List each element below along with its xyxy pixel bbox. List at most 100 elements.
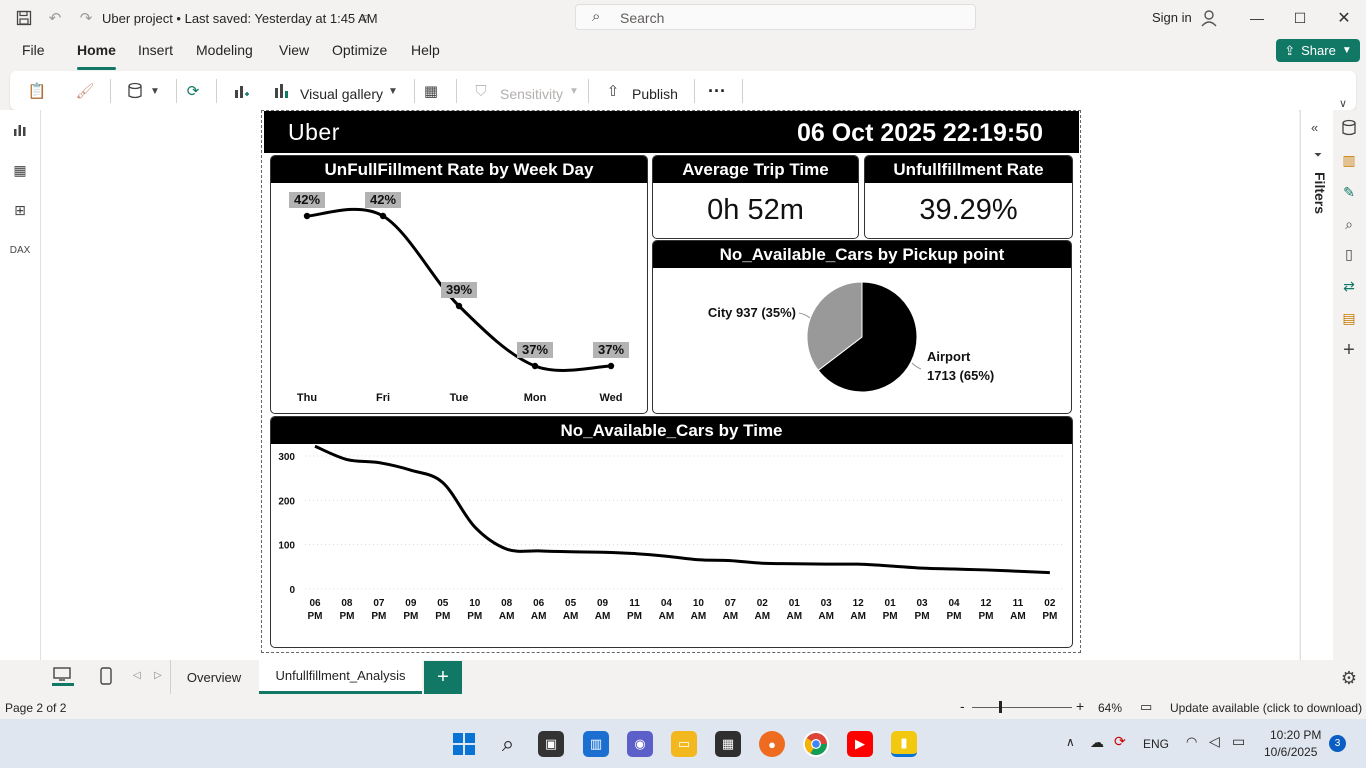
- file-explorer-icon[interactable]: ▭: [671, 731, 697, 757]
- save-icon[interactable]: [14, 8, 34, 28]
- refresh-icon[interactable]: ⟳: [182, 81, 204, 101]
- chevron-down-icon[interactable]: ▼: [382, 81, 404, 101]
- get-data-icon[interactable]: [124, 81, 146, 101]
- expand-filters-icon[interactable]: «: [1311, 120, 1318, 135]
- onedrive-icon[interactable]: ☁: [1090, 734, 1104, 751]
- clock-time[interactable]: 10:20 PM: [1270, 728, 1321, 742]
- filter-funnel-icon: ⏷: [1314, 150, 1322, 161]
- chat-icon[interactable]: ◉: [627, 731, 653, 757]
- view-switcher: ▦ ⊞ DAX: [0, 110, 41, 660]
- menu-file[interactable]: File: [22, 42, 45, 58]
- zoom-in-icon[interactable]: +: [1076, 698, 1084, 714]
- next-page-icon[interactable]: ▷: [154, 670, 162, 681]
- volume-icon[interactable]: ◁: [1209, 733, 1220, 750]
- close-icon[interactable]: ✕: [1332, 6, 1356, 30]
- zoom-level[interactable]: 64%: [1098, 701, 1122, 715]
- add-pane-icon[interactable]: +: [1339, 339, 1359, 361]
- menu-view[interactable]: View: [279, 42, 309, 58]
- chevron-down-icon[interactable]: ▼: [144, 81, 166, 101]
- more-options-icon[interactable]: ···: [708, 81, 726, 102]
- wifi-icon[interactable]: ◠: [1186, 734, 1197, 750]
- language-indicator[interactable]: ENG: [1143, 737, 1169, 751]
- share-button[interactable]: ⇪ Share ▼: [1276, 39, 1360, 62]
- menu-insert[interactable]: Insert: [138, 42, 173, 58]
- battery-icon[interactable]: ▭: [1232, 733, 1245, 750]
- report-view-icon[interactable]: [10, 120, 30, 140]
- data-pane-icon[interactable]: [1339, 118, 1359, 138]
- publish-button[interactable]: Publish: [632, 86, 678, 102]
- clock-date[interactable]: 10/6/2025: [1264, 745, 1317, 759]
- redo-icon[interactable]: ↷: [76, 8, 96, 28]
- mobile-layout-icon[interactable]: [98, 666, 114, 691]
- visual-gallery-label[interactable]: Visual gallery: [300, 86, 383, 102]
- chevron-down-icon[interactable]: ▽: [355, 9, 375, 29]
- menu-home[interactable]: Home: [77, 42, 116, 70]
- x-tick-ampm: PM: [339, 611, 354, 622]
- dax-query-icon[interactable]: DAX: [10, 240, 31, 260]
- menu-help[interactable]: Help: [411, 42, 440, 58]
- maximize-icon[interactable]: ☐: [1288, 6, 1312, 30]
- zoom-slider[interactable]: [972, 701, 1072, 713]
- fit-to-page-icon[interactable]: ▭: [1140, 699, 1152, 715]
- undo-icon[interactable]: ↶: [45, 8, 65, 28]
- unfull-rate-card[interactable]: Unfullfillment Rate 39.29%: [864, 155, 1073, 239]
- x-tick-ampm: PM: [978, 611, 993, 622]
- format-visual-icon[interactable]: ✎: [1339, 182, 1359, 202]
- store-icon[interactable]: ▦: [715, 731, 741, 757]
- table-view-icon[interactable]: ▦: [10, 160, 30, 180]
- sensitivity-label: Sensitivity: [500, 86, 564, 102]
- account-icon[interactable]: [1199, 8, 1219, 28]
- zoom-slider-thumb[interactable]: [999, 701, 1002, 713]
- page-tabs-bar: ◁ ▷ Overview Unfullfillment_Analysis +: [0, 660, 1333, 696]
- search-input[interactable]: ⌕ Search: [575, 4, 976, 30]
- sign-in-link[interactable]: Sign in: [1152, 10, 1192, 25]
- selection-icon[interactable]: ▤: [1339, 308, 1359, 328]
- x-tick-hour: 06: [309, 598, 321, 609]
- x-tick-ampm: AM: [755, 611, 771, 622]
- y-tick-label: 200: [278, 496, 295, 507]
- chrome-icon[interactable]: [803, 731, 829, 757]
- paste-icon[interactable]: 📋: [26, 81, 48, 101]
- widgets-icon[interactable]: ▥: [583, 731, 609, 757]
- notification-badge[interactable]: 3: [1329, 735, 1346, 752]
- build-visual-icon[interactable]: ▥: [1339, 150, 1359, 170]
- avg-trip-card[interactable]: Average Trip Time 0h 52m: [652, 155, 859, 239]
- calculator-icon[interactable]: ▦: [420, 81, 442, 101]
- start-icon[interactable]: [451, 731, 477, 757]
- pickup-chart-card[interactable]: No_Available_Cars by Pickup point City 9…: [652, 240, 1072, 414]
- publish-icon[interactable]: ⇧: [602, 81, 624, 101]
- zoom-out-icon[interactable]: -: [960, 698, 965, 714]
- x-tick-ampm: AM: [723, 611, 739, 622]
- x-tick-ampm: PM: [467, 611, 482, 622]
- format-painter-icon[interactable]: 🖌: [74, 81, 96, 101]
- desktop-layout-icon[interactable]: [52, 666, 74, 686]
- settings-icon[interactable]: ⚙: [1339, 668, 1359, 688]
- analytics-icon[interactable]: ⌕: [1339, 214, 1359, 234]
- new-visual-icon[interactable]: [230, 81, 252, 101]
- previous-page-icon[interactable]: ◁: [133, 670, 141, 681]
- add-page-button[interactable]: +: [424, 661, 462, 694]
- x-tick-hour: 02: [1044, 598, 1056, 609]
- firefox-icon[interactable]: ●: [759, 731, 785, 757]
- update-notice[interactable]: Update available (click to download): [1170, 701, 1362, 715]
- power-bi-icon[interactable]: ▮: [891, 731, 917, 757]
- bookmark-icon[interactable]: ▯: [1339, 244, 1359, 264]
- sync-slicers-icon[interactable]: ⇄: [1339, 276, 1359, 296]
- search-icon[interactable]: ⌕: [495, 731, 521, 757]
- youtube-icon[interactable]: ▶: [847, 731, 873, 757]
- status-bar: Page 2 of 2 - + 64% ▭ Update available (…: [0, 697, 1366, 719]
- menu-modeling[interactable]: Modeling: [196, 42, 253, 58]
- task-view-icon[interactable]: ▣: [538, 731, 564, 757]
- menu-optimize[interactable]: Optimize: [332, 42, 387, 58]
- time-chart-card[interactable]: No_Available_Cars by Time 0 100 200 300 06 PM…: [270, 416, 1073, 648]
- filters-label[interactable]: Filters: [1308, 172, 1328, 214]
- sync-status-icon[interactable]: ⟳: [1114, 733, 1126, 750]
- show-hidden-icons[interactable]: ∧: [1066, 735, 1075, 749]
- visual-gallery-icon[interactable]: [270, 81, 292, 101]
- model-view-icon[interactable]: ⊞: [10, 200, 30, 220]
- data-label: 37%: [598, 342, 624, 357]
- minimize-icon[interactable]: —: [1245, 6, 1269, 30]
- tab-overview[interactable]: Overview: [172, 660, 256, 694]
- weekday-chart-card[interactable]: UnFullFillment Rate by Week Day 42% Thu 42…: [270, 155, 648, 414]
- tab-unfullfillment-analysis[interactable]: Unfullfillment_Analysis: [259, 660, 422, 694]
